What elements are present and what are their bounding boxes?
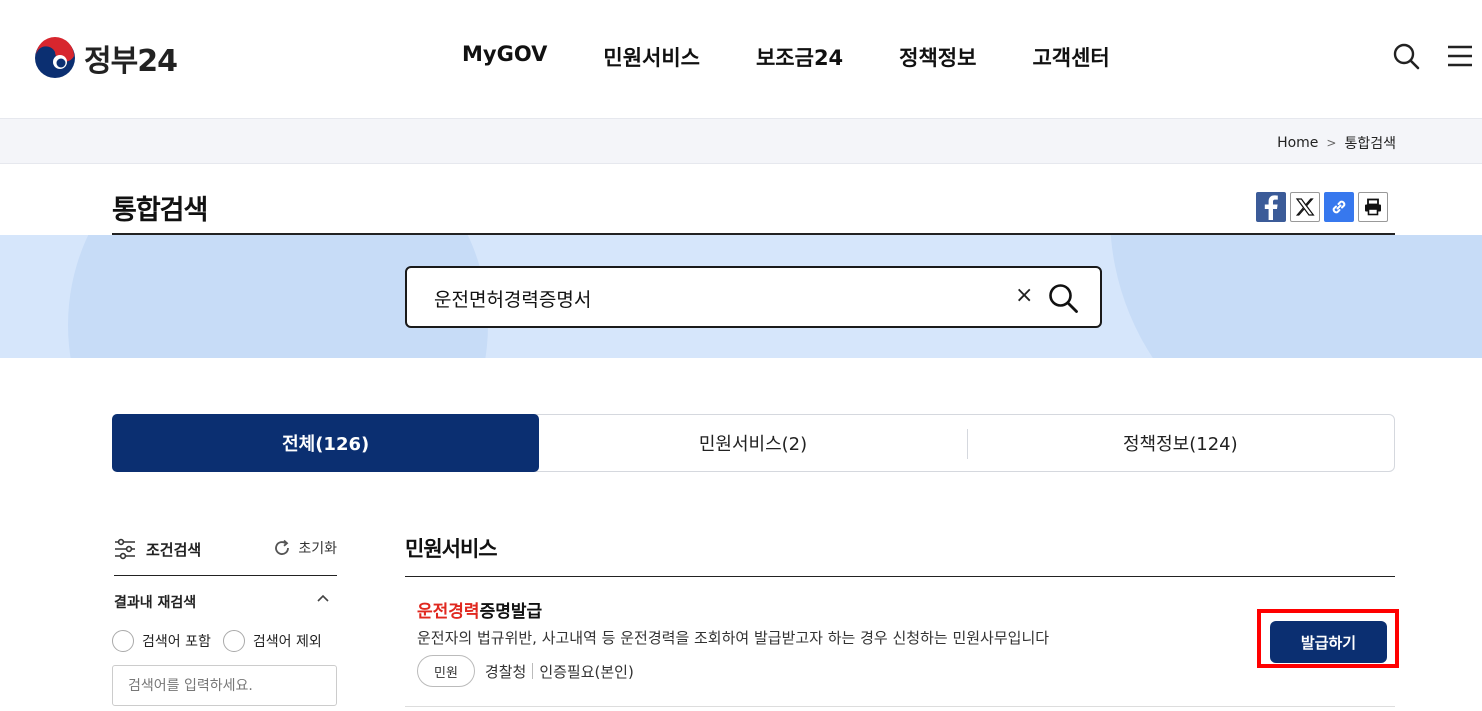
result-title-highlight: 운전경력 — [417, 602, 480, 622]
result-tabs: 전체(126) 민원서비스(2) 정책정보(124) — [112, 414, 1395, 472]
sliders-icon — [115, 538, 135, 560]
exclude-label: 검색어 제외 — [252, 634, 322, 650]
page-title: 통합검색 — [112, 195, 208, 226]
subsearch-input[interactable] — [112, 665, 337, 706]
chevron-right-icon: > — [1326, 136, 1337, 150]
decor-circle — [1110, 235, 1482, 358]
facebook-icon — [1264, 195, 1278, 220]
filter-title-label: 조건검색 — [146, 540, 202, 559]
filter-title: 조건검색 — [114, 538, 201, 560]
link-icon — [1332, 200, 1346, 214]
reset-label: 초기화 — [298, 541, 337, 557]
logo[interactable]: 정부24 — [34, 36, 178, 80]
tab-policy[interactable]: 정책정보(124) — [966, 415, 1394, 471]
breadcrumb: Home > 통합검색 — [1277, 133, 1396, 153]
result-description: 운전자의 법규위반, 사고내역 등 운전경력을 조회하여 발급받고자 하는 경우… — [417, 629, 1050, 647]
section-title: 민원서비스 — [405, 537, 498, 561]
result-meta: 민원 경찰청 인증필요(본인) — [417, 655, 634, 687]
nav-item-policy[interactable]: 정책정보 — [899, 42, 976, 72]
tab-civil-service[interactable]: 민원서비스(2) — [539, 415, 966, 471]
x-share-button[interactable] — [1290, 192, 1320, 222]
highlight-box: 발급하기 — [1257, 609, 1399, 668]
print-button[interactable] — [1358, 192, 1388, 222]
x-logo-icon — [1295, 198, 1315, 216]
subsearch-options: 검색어 포함 검색어 제외 — [112, 630, 334, 652]
copy-link-button[interactable] — [1324, 192, 1354, 222]
search-box: × — [405, 266, 1102, 328]
nav-item-subsidy[interactable]: 보조금24 — [756, 42, 843, 72]
agency-label: 경찰청 — [484, 662, 527, 681]
search-input[interactable] — [434, 284, 994, 312]
share-buttons — [1256, 192, 1392, 222]
search-icon[interactable] — [1392, 42, 1420, 70]
search-banner: × — [0, 235, 1482, 358]
nav-item-customer-center[interactable]: 고객센터 — [1032, 42, 1109, 72]
site-header: 정부24 MyGOV 민원서비스 보조금24 정책정보 고객센터 — [0, 0, 1482, 118]
subsearch-toggle[interactable]: 결과내 재검색 — [114, 592, 337, 612]
include-label: 검색어 포함 — [142, 634, 211, 650]
result-title-rest: 증명발급 — [479, 602, 543, 622]
tab-all[interactable]: 전체(126) — [112, 414, 540, 472]
printer-icon — [1365, 198, 1381, 216]
nav-item-civil-service[interactable]: 민원서비스 — [603, 42, 700, 72]
main-nav: MyGOV 민원서비스 보조금24 정책정보 고객센터 — [462, 42, 1166, 72]
breadcrumb-current: 통합검색 — [1344, 136, 1396, 152]
search-submit-icon[interactable] — [1047, 282, 1079, 314]
taegeuk-logo-icon — [35, 37, 75, 78]
reset-button[interactable]: 초기화 — [272, 538, 337, 558]
breadcrumb-home[interactable]: Home — [1277, 135, 1318, 151]
breadcrumb-bar: Home > 통합검색 — [0, 118, 1482, 164]
nav-item-mygov[interactable]: MyGOV — [462, 42, 547, 72]
include-radio[interactable] — [112, 630, 134, 652]
meta-divider — [532, 663, 534, 679]
logo-text: 정부24 — [84, 44, 178, 79]
filter-header: 조건검색 초기화 — [114, 536, 337, 576]
category-badge: 민원 — [417, 655, 475, 687]
facebook-share-button[interactable] — [1256, 192, 1286, 222]
hamburger-menu-icon[interactable] — [1446, 42, 1474, 70]
result-item: 운전경력증명발급 운전자의 법규위반, 사고내역 등 운전경력을 조회하여 발급… — [405, 577, 1399, 707]
clear-search-button[interactable]: × — [1015, 283, 1033, 308]
subsearch-title: 결과내 재검색 — [114, 595, 197, 611]
chevron-up-icon — [317, 594, 329, 602]
exclude-radio[interactable] — [222, 630, 245, 652]
auth-label: 인증필요(본인) — [539, 662, 634, 681]
result-title[interactable]: 운전경력증명발급 — [417, 597, 542, 622]
issue-button[interactable]: 발급하기 — [1270, 621, 1387, 663]
refresh-icon — [275, 539, 290, 555]
